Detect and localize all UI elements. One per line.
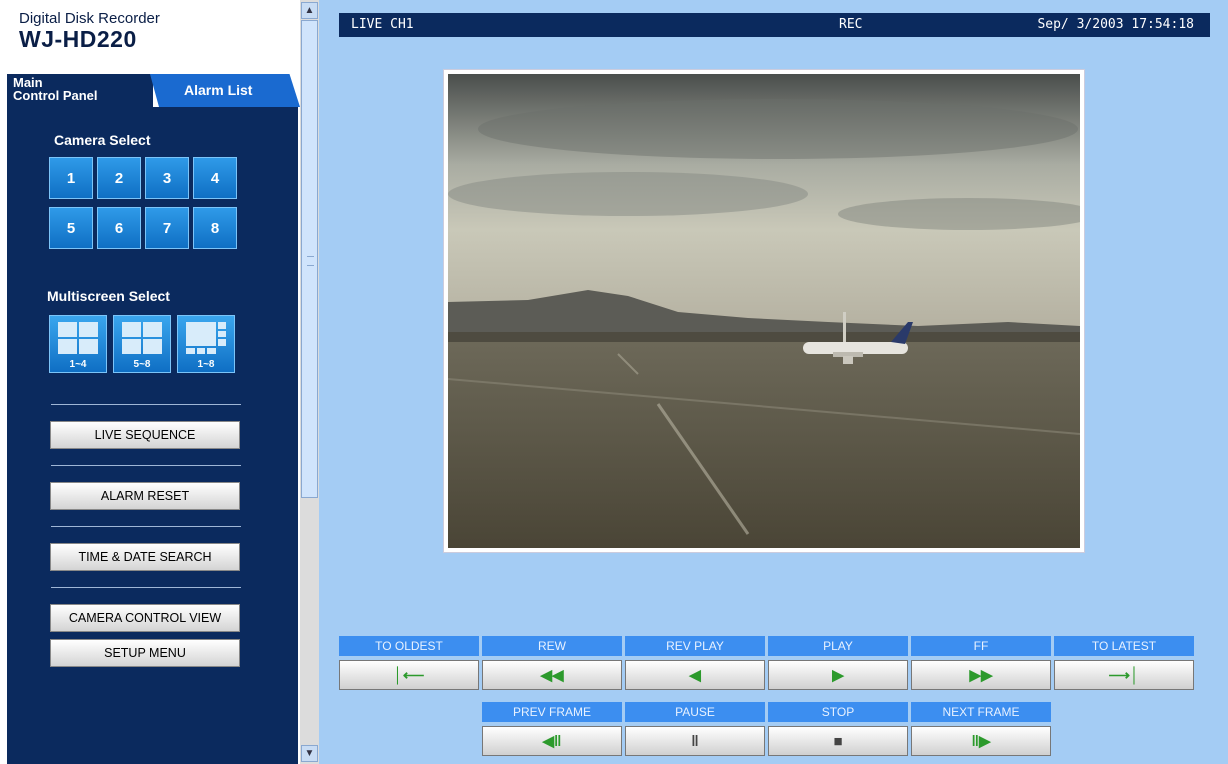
camera-button-4[interactable]: 4 [193, 157, 237, 199]
rev-play-button[interactable]: ◀ [625, 660, 765, 690]
rewind-icon: ◀◀ [540, 667, 564, 684]
to-oldest-button[interactable]: │⟵ [339, 660, 479, 690]
pause-icon: ‖ [691, 732, 699, 750]
multiscreen-button-1-8[interactable]: 1~8 [177, 315, 235, 373]
to-oldest-label: TO OLDEST [339, 636, 479, 656]
rew-button[interactable]: ◀◀ [482, 660, 622, 690]
to-latest-label: TO LATEST [1054, 636, 1194, 656]
prev-frame-icon: ◀‖ [542, 733, 562, 750]
prev-frame-button[interactable]: ◀‖ [482, 726, 622, 756]
scroll-thumb[interactable] [301, 20, 318, 498]
rec-indicator: REC [839, 17, 863, 32]
next-frame-icon: ‖▶ [971, 733, 991, 750]
channel-status: LIVE CH1 [351, 17, 414, 32]
quad-grid-icon [122, 322, 162, 354]
scroll-down-icon[interactable]: ▼ [301, 745, 318, 762]
quad-grid-icon [58, 322, 98, 354]
skip-to-start-icon: │⟵ [393, 667, 425, 684]
camera-button-6[interactable]: 6 [97, 207, 141, 249]
multiscreen-select-title: Multiscreen Select [47, 288, 170, 304]
multiscreen-label: 1~4 [69, 359, 87, 370]
time-date-search-button[interactable]: TIME & DATE SEARCH [50, 543, 240, 571]
camera-button-2[interactable]: 2 [97, 157, 141, 199]
brand-header: Digital Disk Recorder WJ-HD220 [0, 0, 300, 74]
live-sequence-button[interactable]: LIVE SEQUENCE [50, 421, 240, 449]
play-label: PLAY [768, 636, 908, 656]
tab-alarm-label: Alarm List [184, 82, 253, 98]
rew-label: REW [482, 636, 622, 656]
eight-grid-icon [186, 322, 226, 354]
tab-alarm-list[interactable]: Alarm List [150, 74, 300, 107]
camera-select-title: Camera Select [54, 132, 151, 148]
divider [51, 526, 241, 527]
next-frame-button[interactable]: ‖▶ [911, 726, 1051, 756]
setup-menu-button[interactable]: SETUP MENU [50, 639, 240, 667]
camera-control-view-button[interactable]: CAMERA CONTROL VIEW [50, 604, 240, 632]
camera-image [448, 74, 1080, 548]
ff-button[interactable]: ▶▶ [911, 660, 1051, 690]
to-latest-button[interactable]: ⟶│ [1054, 660, 1194, 690]
tab-main-label-line2: Control Panel [13, 88, 98, 103]
main-control-panel: Camera Select 1 2 3 4 5 6 7 8 Multiscree… [7, 107, 298, 764]
stop-label: STOP [768, 702, 908, 722]
pause-button[interactable]: ‖ [625, 726, 765, 756]
scroll-up-icon[interactable]: ▲ [301, 2, 318, 19]
camera-button-8[interactable]: 8 [193, 207, 237, 249]
divider [51, 587, 241, 588]
pause-label: PAUSE [625, 702, 765, 722]
divider [51, 404, 241, 405]
rev-play-label: REV PLAY [625, 636, 765, 656]
multiscreen-button-1-4[interactable]: 1~4 [49, 315, 107, 373]
multiscreen-button-5-8[interactable]: 5~8 [113, 315, 171, 373]
fast-forward-icon: ▶▶ [969, 667, 993, 684]
camera-button-1[interactable]: 1 [49, 157, 93, 199]
multiscreen-label: 1~8 [197, 359, 215, 370]
camera-button-3[interactable]: 3 [145, 157, 189, 199]
stop-button[interactable]: ■ [768, 726, 908, 756]
alarm-reset-button[interactable]: ALARM RESET [50, 482, 240, 510]
play-icon: ▶ [832, 667, 844, 684]
control-sidebar: Digital Disk Recorder WJ-HD220 Main Cont… [0, 0, 300, 764]
divider [51, 465, 241, 466]
airport-scene-image [448, 74, 1080, 548]
live-video-frame [443, 69, 1085, 553]
grip-icon [307, 256, 314, 266]
reverse-play-icon: ◀ [689, 667, 701, 684]
multiscreen-label: 5~8 [133, 359, 151, 370]
panel-tabs: Main Control Panel Alarm List [7, 74, 300, 107]
ff-label: FF [911, 636, 1051, 656]
prev-frame-label: PREV FRAME [482, 702, 622, 722]
stop-icon: ■ [833, 732, 843, 750]
camera-button-7[interactable]: 7 [145, 207, 189, 249]
sidebar-scrollbar[interactable]: ▲ ▼ [300, 0, 319, 764]
status-bar: LIVE CH1 REC Sep/ 3/2003 17:54:18 [339, 13, 1210, 37]
next-frame-label: NEXT FRAME [911, 702, 1051, 722]
product-model: WJ-HD220 [19, 26, 137, 52]
product-subtitle: Digital Disk Recorder [19, 10, 160, 27]
datetime-display: Sep/ 3/2003 17:54:18 [1037, 17, 1194, 32]
camera-button-5[interactable]: 5 [49, 207, 93, 249]
play-button[interactable]: ▶ [768, 660, 908, 690]
skip-to-end-icon: ⟶│ [1108, 667, 1140, 684]
tab-main-control-panel[interactable]: Main Control Panel [7, 74, 153, 107]
